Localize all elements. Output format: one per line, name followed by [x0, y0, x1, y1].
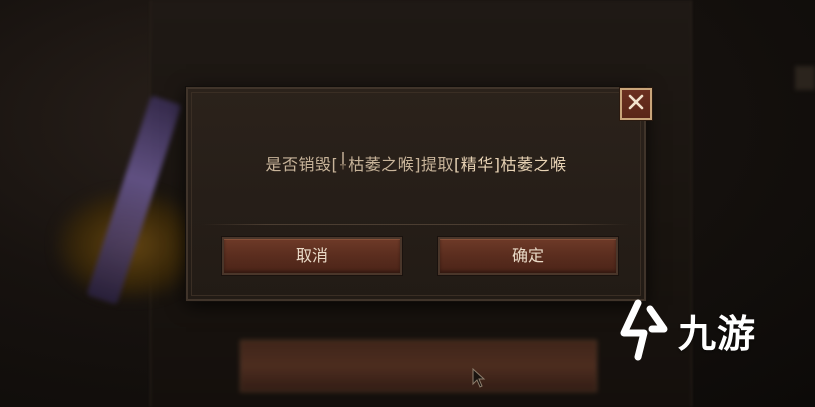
- message-item-name: 枯萎之喉: [348, 155, 415, 174]
- message-extract-word: 提取: [421, 155, 455, 174]
- cancel-button[interactable]: 取消: [221, 236, 403, 276]
- mouse-cursor-icon: [472, 367, 486, 388]
- message-close-bracket: ]: [414, 155, 421, 174]
- dialog-message: 是否销毁[ 枯萎之喉]提取[精华]枯萎之喉: [188, 151, 644, 175]
- dialog-divider: [202, 224, 630, 225]
- background-side-tab: [795, 66, 815, 90]
- close-icon: [627, 93, 645, 115]
- message-open-bracket: [: [331, 155, 339, 174]
- message-lead-text: 是否销毁: [265, 155, 332, 174]
- confirm-button[interactable]: 确定: [437, 236, 619, 276]
- watermark-text: 九游: [678, 311, 757, 356]
- close-button[interactable]: [620, 88, 652, 120]
- background-action-button: [240, 340, 597, 392]
- sword-icon: [338, 152, 348, 174]
- jiuyou-logo-icon: [620, 299, 668, 361]
- message-reward-name: [精华]枯萎之喉: [454, 155, 567, 174]
- game-screen: 是否销毁[ 枯萎之喉]提取[精华]枯萎之喉 取消 确定 九游: [0, 0, 815, 407]
- watermark: 九游: [616, 295, 815, 365]
- confirm-dialog: 是否销毁[ 枯萎之喉]提取[精华]枯萎之喉 取消 确定: [186, 87, 646, 301]
